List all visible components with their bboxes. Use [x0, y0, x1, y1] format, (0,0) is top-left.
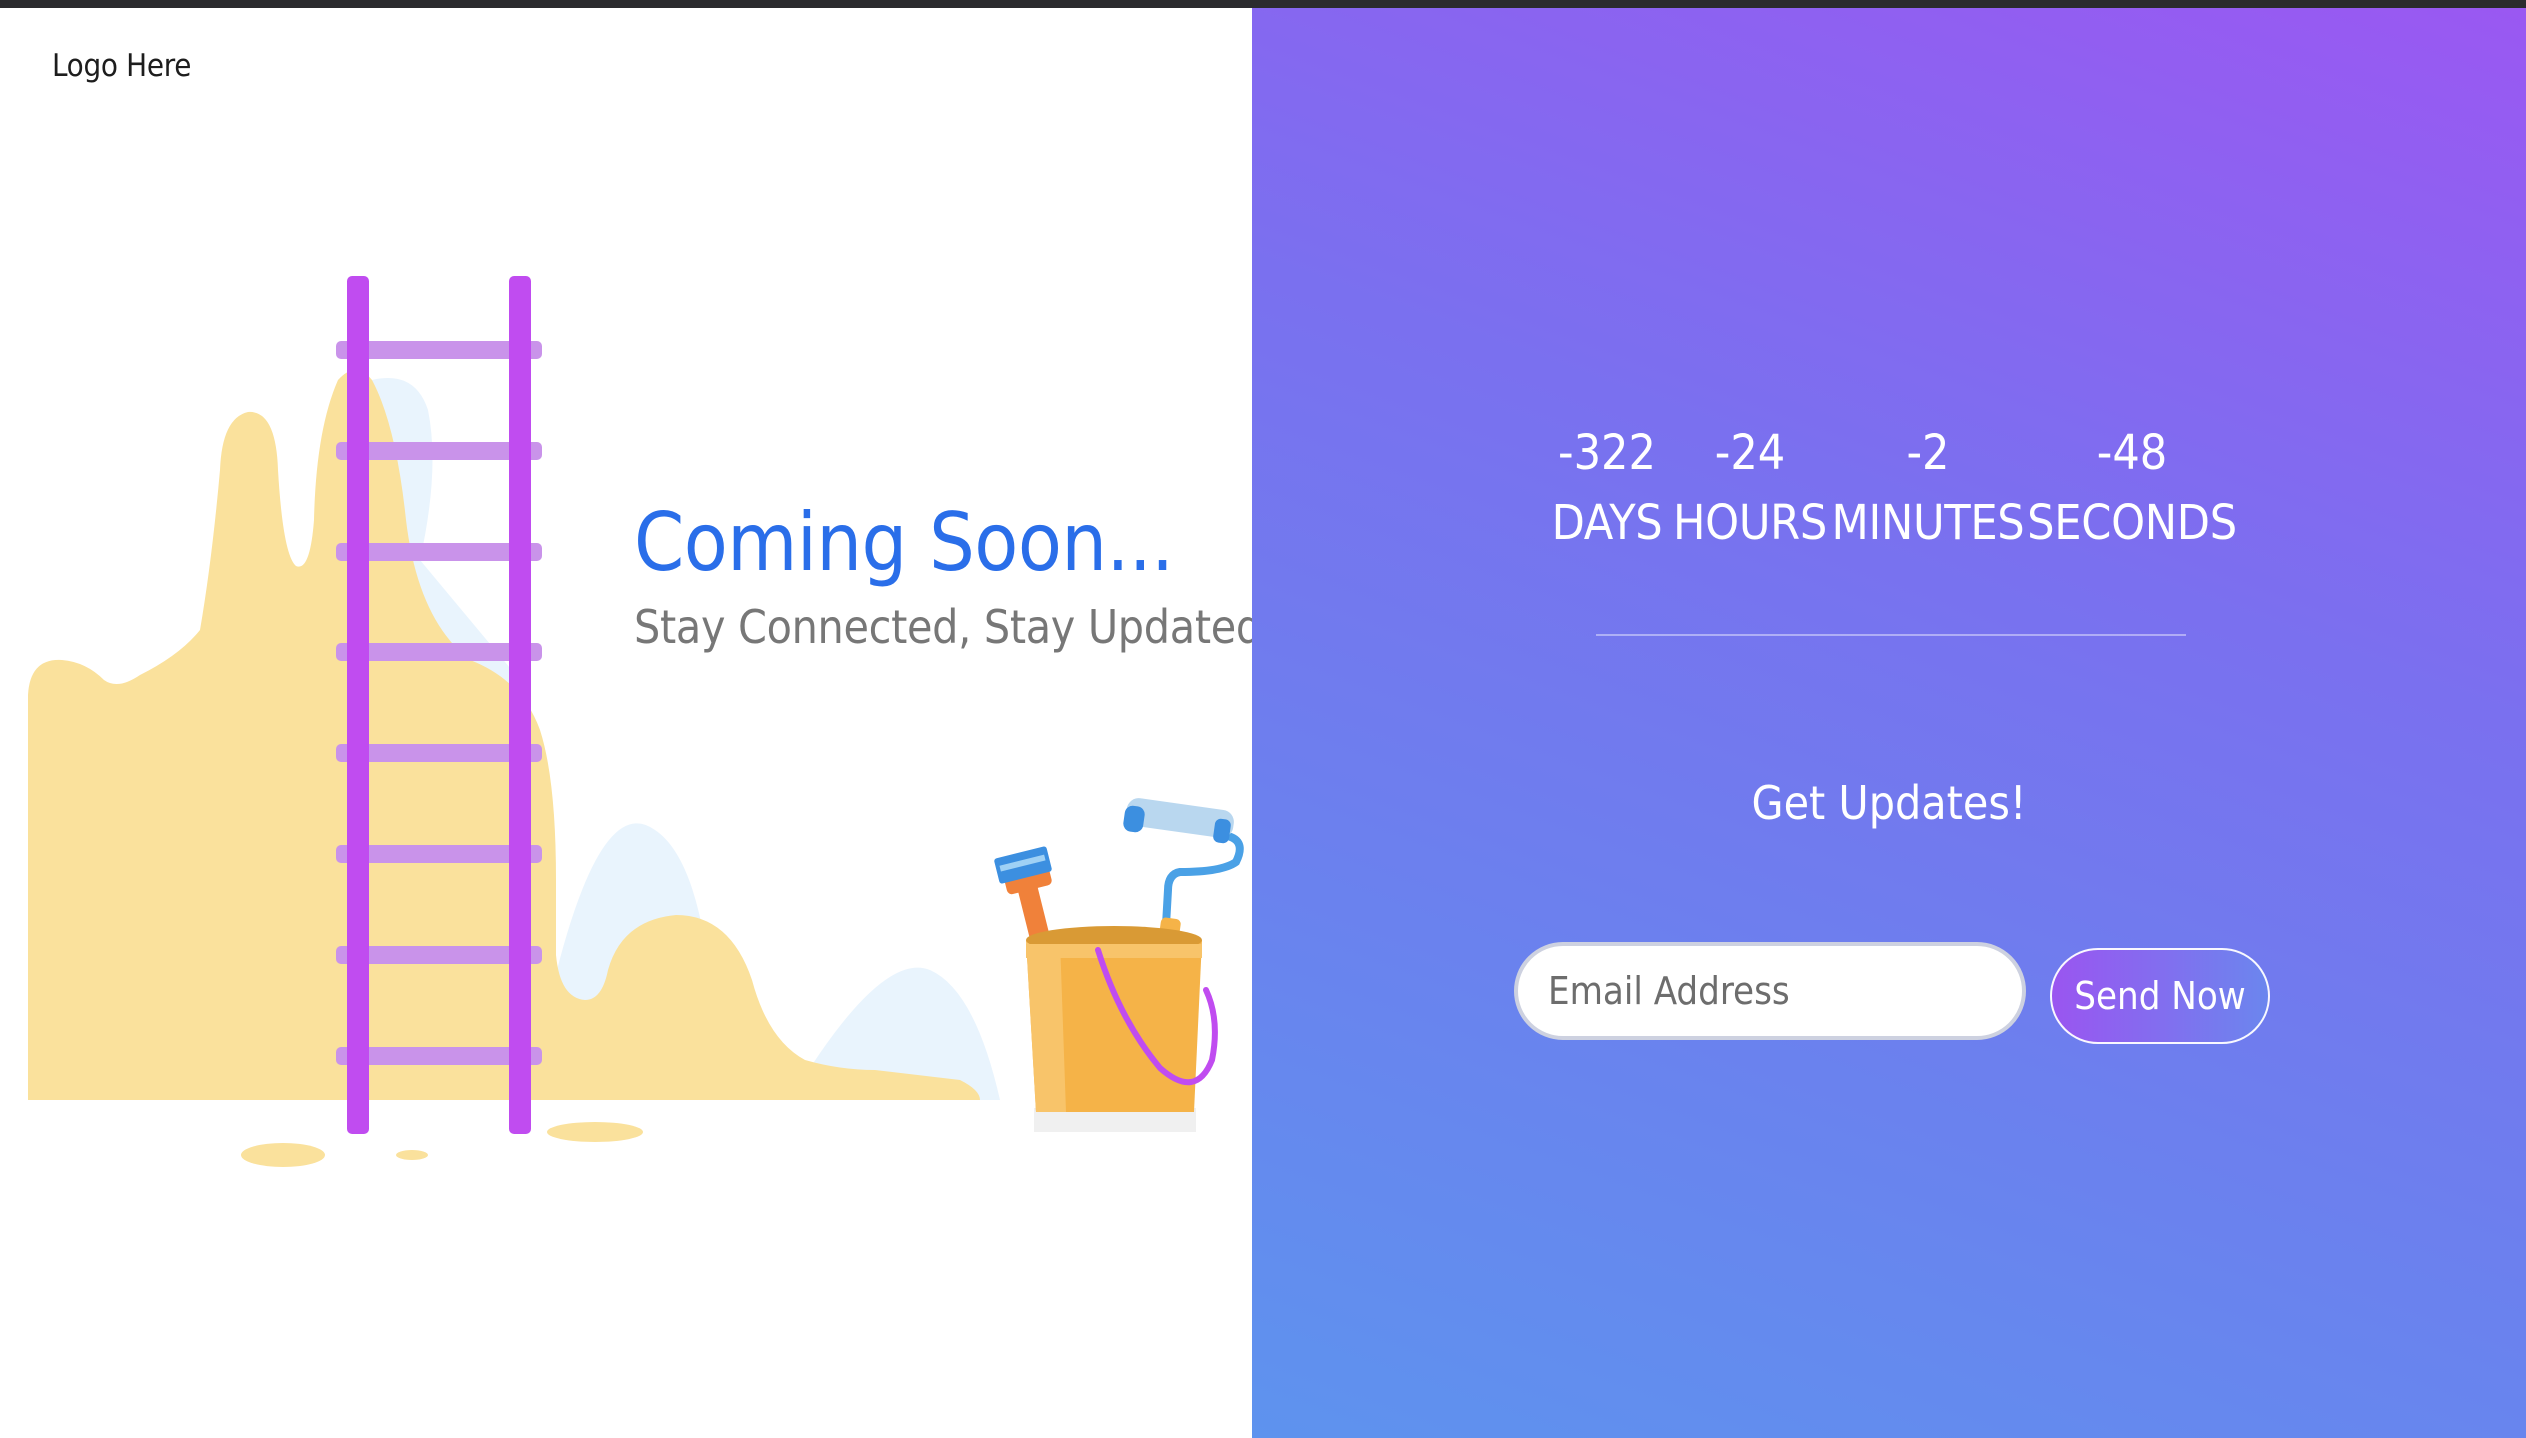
section-divider	[1596, 634, 2186, 636]
countdown-hours-label: HOURS	[1672, 495, 1828, 551]
page-subtitle: Stay Connected, Stay Updated	[634, 600, 1252, 654]
ladder-rail	[347, 276, 369, 1134]
ground-puddle	[241, 1143, 325, 1167]
ladder-rail	[509, 276, 531, 1134]
ground-puddle	[547, 1122, 643, 1142]
countdown-days-label: DAYS	[1551, 495, 1663, 551]
right-panel: -322 DAYS -24 HOURS -2 MINUTES -48 SECON…	[1252, 8, 2526, 1438]
countdown-minutes-label: MINUTES	[1831, 495, 2025, 551]
paint-bucket-icon	[1026, 926, 1218, 1112]
send-now-button[interactable]: Send Now	[2050, 948, 2270, 1044]
countdown-timer: -322 DAYS -24 HOURS -2 MINUTES -48 SECON…	[1252, 418, 2526, 558]
email-field[interactable]	[1514, 942, 2026, 1040]
countdown-days: -322 DAYS	[1552, 418, 1663, 558]
ground-puddle	[396, 1150, 428, 1160]
window-top-bar	[0, 0, 2526, 8]
countdown-days-value: -322	[1558, 425, 1656, 481]
left-panel: Logo Here Coming Soon... Stay Connected,…	[0, 8, 1252, 1438]
countdown-seconds: -48 SECONDS	[2027, 418, 2237, 558]
countdown-minutes: -2 MINUTES	[1832, 418, 2025, 558]
page-title: Coming Soon...	[634, 496, 1174, 589]
countdown-hours: -24 HOURS	[1673, 418, 1827, 558]
countdown-seconds-value: -48	[2096, 425, 2168, 481]
newsletter-heading: Get Updates!	[1751, 776, 2027, 830]
countdown-minutes-value: -2	[1906, 425, 1950, 481]
countdown-seconds-label: SECONDS	[2027, 495, 2237, 551]
countdown-hours-value: -24	[1714, 425, 1786, 481]
ladder-bucket-illustration	[28, 276, 1244, 1167]
background-hills	[28, 370, 980, 1100]
